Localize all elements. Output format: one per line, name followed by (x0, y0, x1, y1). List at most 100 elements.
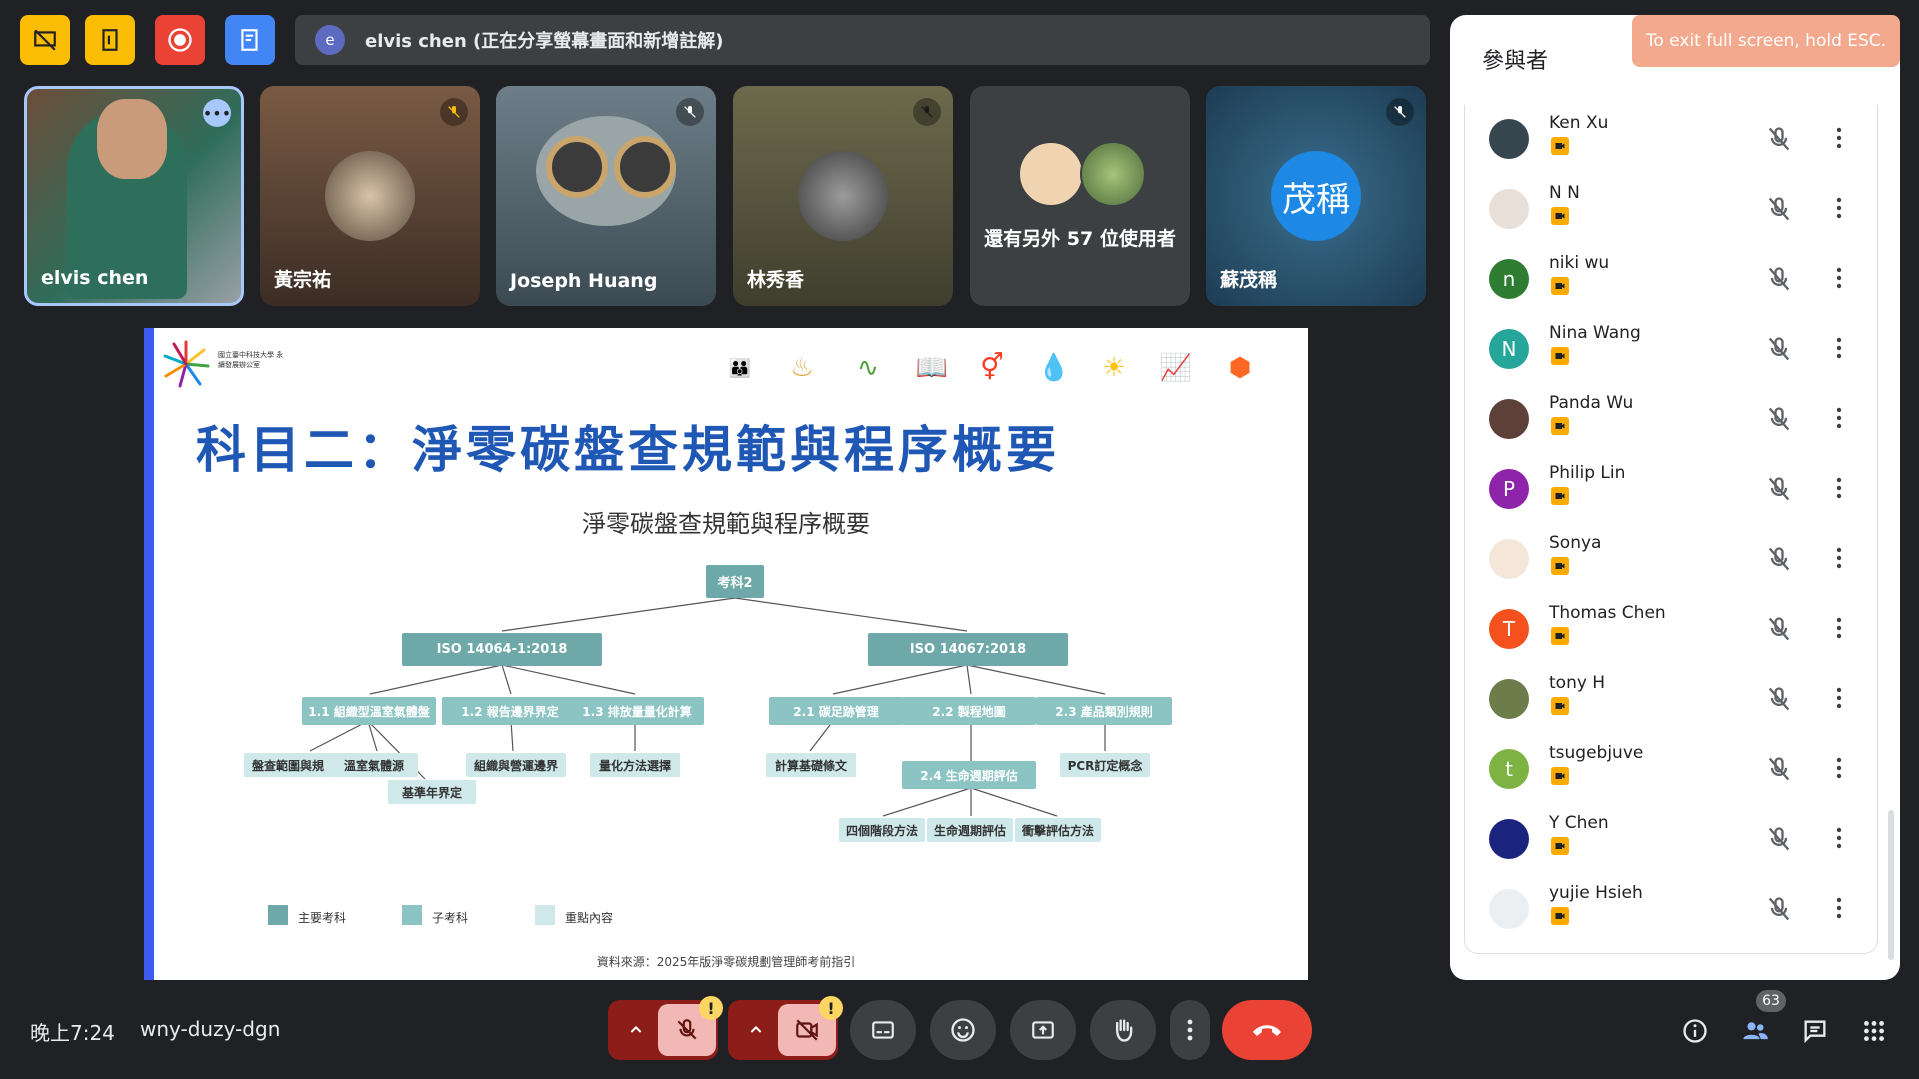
hide-self-view-button[interactable] (20, 15, 70, 65)
fullscreen-toast: To exit full screen, hold ESC. (1632, 15, 1900, 67)
more-vert-icon[interactable] (1835, 755, 1843, 785)
more-vert-icon[interactable] (1835, 615, 1843, 645)
more-vert-icon[interactable] (1835, 895, 1843, 925)
no-video-badge-icon (1551, 907, 1569, 925)
no-video-badge-icon (1551, 137, 1569, 155)
tree-sub-2-3: 2.3 產品類別規則 (1036, 697, 1172, 725)
no-video-badge-icon (1551, 487, 1569, 505)
tile-elvis-chen[interactable]: ••• elvis chen (24, 86, 244, 306)
participant-name: niki wu (1549, 253, 1610, 273)
avatar (1489, 679, 1529, 719)
captions-button[interactable] (850, 1000, 916, 1060)
mic-off-icon[interactable] (1765, 895, 1793, 927)
more-vert-icon[interactable] (1835, 545, 1843, 575)
no-video-badge-icon (1551, 277, 1569, 295)
activities-button[interactable] (1857, 1014, 1891, 1048)
avatar (1489, 119, 1529, 159)
chat-button[interactable] (1798, 1014, 1832, 1048)
no-video-badge-icon (1551, 837, 1569, 855)
tile-lin[interactable]: 林秀香 (733, 86, 953, 306)
mic-off-icon[interactable] (1765, 125, 1793, 157)
no-video-badge-icon (1551, 767, 1569, 785)
participant-row[interactable]: Ken Xu (1465, 105, 1877, 175)
tile-joseph-huang[interactable]: Joseph Huang (496, 86, 716, 306)
participant-row[interactable]: n niki wu (1465, 245, 1877, 315)
tree-root: 考科2 (706, 565, 764, 598)
participants-panel: 參與者 Ken Xu N N n niki wu N Nina Wang Panda Wu P… (1450, 15, 1900, 980)
mic-off-icon[interactable] (1765, 615, 1793, 647)
tree-key-9: 生命週期評估 (927, 818, 1013, 842)
tree-key-6: 計算基礎條文 (766, 753, 856, 777)
avatar (325, 151, 415, 241)
tree-main-2: ISO 14067:2018 (868, 633, 1068, 666)
participant-row[interactable]: tony H (1465, 665, 1877, 735)
avatar: t (1489, 749, 1529, 789)
participant-row[interactable]: yujie Hsieh (1465, 875, 1877, 945)
tree-key-3: 基準年界定 (388, 780, 476, 804)
mic-off-icon (677, 1019, 697, 1040)
more-vert-icon[interactable] (1835, 195, 1843, 225)
more-vert-icon[interactable] (1835, 685, 1843, 715)
tile-others[interactable]: 還有另外 57 位使用者 (970, 86, 1190, 306)
leave-call-button[interactable] (1222, 1000, 1312, 1060)
reactions-button[interactable] (930, 1000, 996, 1060)
apps-grid-icon (1864, 1021, 1884, 1041)
more-options-icon[interactable]: ••• (203, 99, 231, 127)
participant-row[interactable]: Panda Wu (1465, 385, 1877, 455)
mic-options-button[interactable] (614, 1000, 658, 1060)
tile-name: Joseph Huang (510, 270, 658, 292)
mic-off-icon[interactable] (1765, 475, 1793, 507)
panel-scrollbar[interactable] (1888, 810, 1894, 960)
notes-button[interactable] (225, 15, 275, 65)
raise-hand-button[interactable] (1090, 1000, 1156, 1060)
mic-off-icon[interactable] (1765, 335, 1793, 367)
more-vert-icon[interactable] (1835, 825, 1843, 855)
slide-source: 資料來源：2025年版淨零碳規劃管理師考前指引 (596, 955, 856, 969)
mic-off-icon[interactable] (1765, 755, 1793, 787)
people-button[interactable] (1738, 1014, 1772, 1048)
present-screen-icon (1032, 1021, 1054, 1039)
mic-off-icon[interactable] (1765, 405, 1793, 437)
captions-icon (872, 1021, 894, 1039)
no-video-badge-icon (1551, 347, 1569, 365)
tree-key-10: 衝擊評估方法 (1015, 818, 1101, 842)
tile-su[interactable]: 茂稱 蘇茂稱 (1206, 86, 1426, 306)
tile-huang[interactable]: 黃宗祐 (260, 86, 480, 306)
mic-off-icon[interactable] (1765, 545, 1793, 577)
mic-off-icon[interactable] (1765, 265, 1793, 297)
meeting-code: wny-duzy-dgn (140, 1017, 281, 1041)
mic-off-icon[interactable] (1765, 825, 1793, 857)
participant-row[interactable]: Y Chen (1465, 805, 1877, 875)
camera-off-icon (796, 1019, 818, 1041)
participant-row[interactable]: T Thomas Chen (1465, 595, 1877, 665)
hang-up-icon (1253, 1025, 1281, 1036)
participant-row[interactable]: P Philip Lin (1465, 455, 1877, 525)
more-vert-icon[interactable] (1835, 125, 1843, 155)
present-button[interactable] (1010, 1000, 1076, 1060)
tree-sub-1-3: 1.3 排放量量化計算 (570, 697, 704, 725)
meeting-time: 晚上7:24 (30, 1021, 115, 1045)
more-vert-icon[interactable] (1835, 405, 1843, 435)
recording-button[interactable] (155, 15, 205, 65)
participant-row[interactable]: t tsugebjuve (1465, 735, 1877, 805)
more-vert-icon[interactable] (1835, 265, 1843, 295)
muted-mic-icon (1386, 98, 1414, 126)
avatar (1489, 539, 1529, 579)
more-vert-icon[interactable] (1835, 475, 1843, 505)
tree-key-8: 四個階段方法 (839, 818, 925, 842)
participants-list[interactable]: Ken Xu N N n niki wu N Nina Wang Panda Wu P Phil… (1464, 105, 1878, 954)
meeting-details-button[interactable] (1678, 1014, 1712, 1048)
camera-options-button[interactable] (734, 1000, 778, 1060)
muted-mic-icon (676, 98, 704, 126)
companion-mode-button[interactable] (85, 15, 135, 65)
mic-off-icon[interactable] (1765, 195, 1793, 227)
tile-name: 蘇茂稱 (1220, 269, 1278, 291)
participant-row[interactable]: N Nina Wang (1465, 315, 1877, 385)
participant-name: Y Chen (1549, 813, 1609, 833)
mic-off-icon[interactable] (1765, 685, 1793, 717)
participant-row[interactable]: N N (1465, 175, 1877, 245)
participant-row[interactable]: Sonya (1465, 525, 1877, 595)
avatar (1080, 141, 1146, 207)
more-options-button[interactable] (1170, 1000, 1210, 1060)
more-vert-icon[interactable] (1835, 335, 1843, 365)
